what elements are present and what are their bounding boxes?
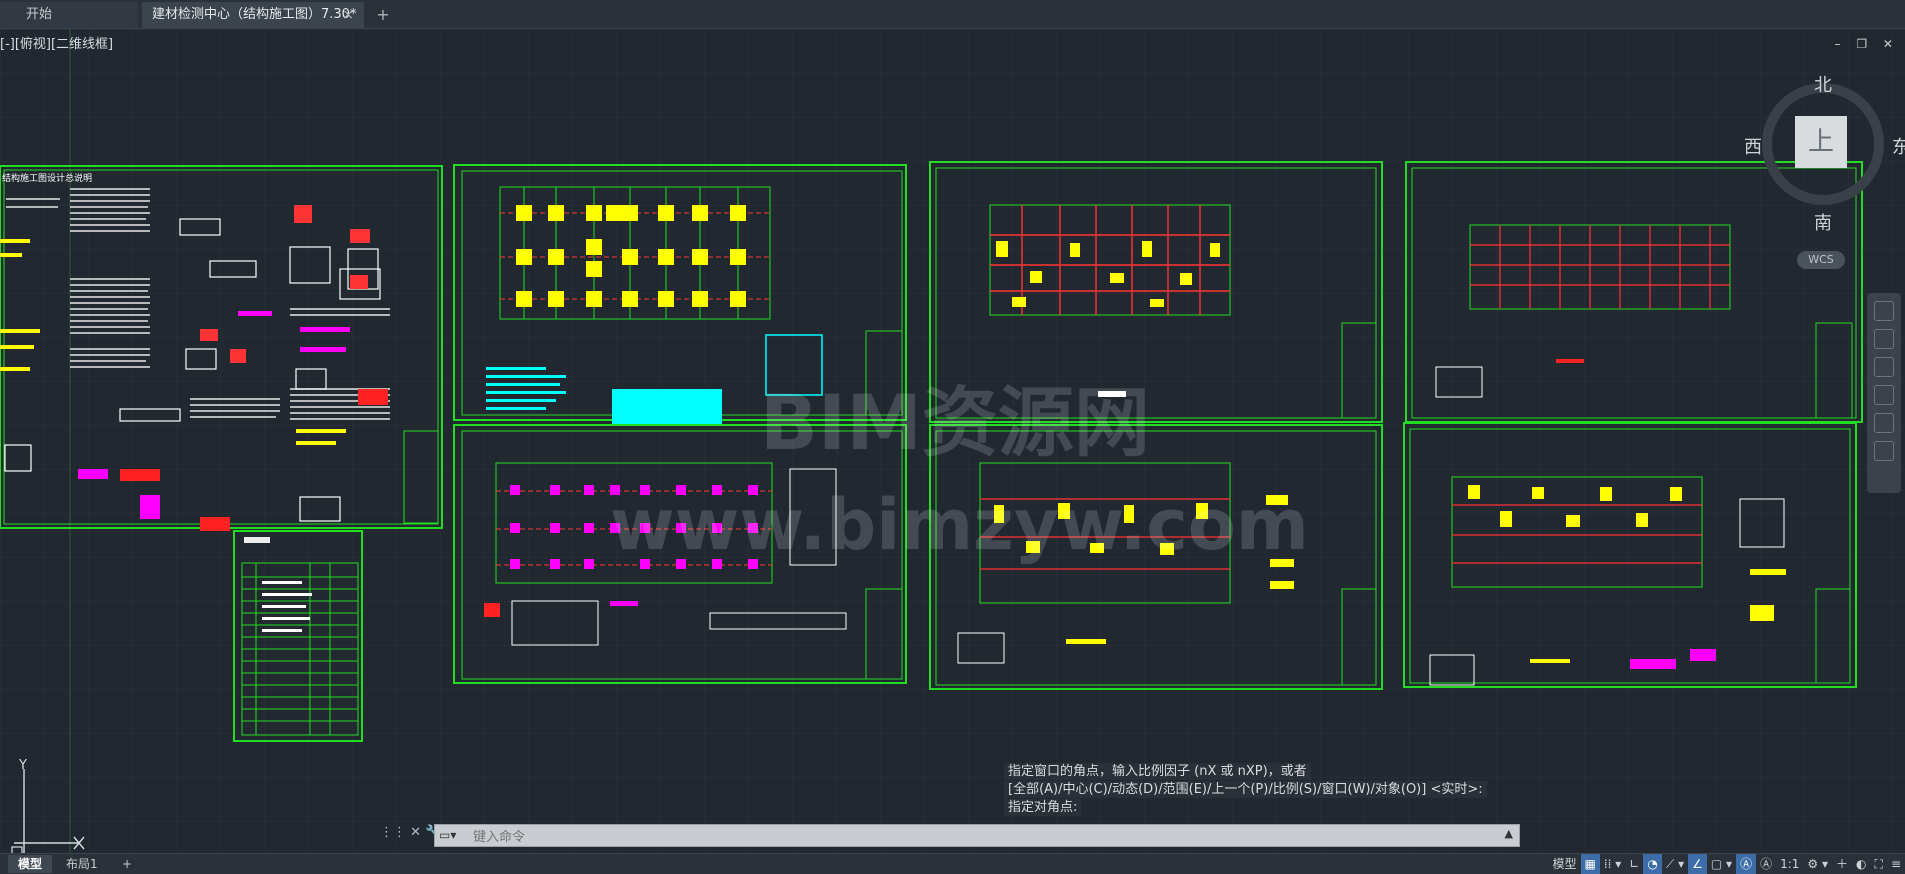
tab-start-label: 开始: [26, 7, 52, 22]
tab-start[interactable]: 开始: [0, 2, 138, 28]
watermark-url: www.bimzyw.com: [610, 484, 1309, 566]
tab-drawing-label: 建材检测中心（结构施工图）7.30*: [152, 7, 356, 22]
grid-icon[interactable]: ▦: [1581, 854, 1600, 874]
command-history-line: [全部(A)/中心(C)/动态(D)/范围(E)/上一个(P)/比例(S)/窗口…: [1004, 781, 1487, 798]
sheet-title: 结构施工图设计总说明: [2, 172, 92, 184]
viewport-window-controls[interactable]: – ❐ ✕: [1835, 37, 1899, 51]
file-tab-bar: 开始 建材检测中心（结构施工图）7.30* × +: [0, 0, 1905, 29]
layout-tab-model[interactable]: 模型: [8, 855, 52, 873]
customize-menu-icon[interactable]: ≡: [1887, 854, 1905, 874]
add-layout-button[interactable]: +: [112, 855, 142, 873]
command-input[interactable]: [471, 827, 1475, 847]
navigation-bar: [1867, 293, 1901, 493]
new-tab-button[interactable]: +: [372, 4, 394, 26]
steering-wheel-icon[interactable]: [1874, 301, 1894, 321]
command-history-line: 指定对角点:: [1004, 799, 1081, 816]
auto-scale-icon[interactable]: Ⓐ: [1756, 854, 1776, 874]
zoom-icon[interactable]: [1874, 357, 1894, 377]
object-snap-icon[interactable]: ▢ ▾: [1707, 854, 1736, 874]
annotation-visibility-icon[interactable]: Ⓐ: [1736, 854, 1756, 874]
command-line[interactable]: ▭▾ ▲: [434, 824, 1520, 847]
layout-tab-layout1[interactable]: 布局1: [56, 855, 108, 873]
ucs-icon: Y: [8, 759, 88, 853]
isodraft-icon[interactable]: ⟋ ▾: [1662, 854, 1688, 874]
annotation-scale[interactable]: 1:1: [1776, 854, 1803, 874]
orbit-icon[interactable]: [1874, 385, 1894, 405]
tab-drawing[interactable]: 建材检测中心（结构施工图）7.30* ×: [142, 2, 364, 28]
command-prompt-icon[interactable]: ▭▾: [439, 828, 465, 843]
watermark-cn: BIM资源网: [760, 378, 1150, 467]
sheet-beam-layout-2: [1404, 423, 1856, 687]
close-icon[interactable]: ✕: [410, 825, 421, 840]
wcs-menu[interactable]: WCS: [1797, 251, 1845, 269]
object-snap-tracking-icon[interactable]: ∠: [1688, 854, 1707, 874]
clean-screen-icon[interactable]: ⛶: [1871, 854, 1887, 874]
snap-icon[interactable]: ⁞⁞ ▾: [1600, 854, 1625, 874]
compass-north[interactable]: 北: [1814, 71, 1832, 97]
sheet-drawing-list: [234, 531, 362, 741]
close-icon[interactable]: ×: [342, 2, 354, 28]
compass-east[interactable]: 东: [1892, 133, 1905, 159]
navbar-menu-icon[interactable]: [1874, 441, 1894, 461]
status-bar: 模型 布局1 + 模型 ▦ ⁞⁞ ▾ ∟ ◔ ⟋ ▾ ∠ ▢ ▾ Ⓐ Ⓐ 1:1…: [0, 853, 1905, 874]
viewcube-top-face[interactable]: 上: [1795, 116, 1847, 168]
command-line-controls: ⋮⋮ ✕ 🔧: [380, 825, 441, 840]
sheet-design-notes: [0, 166, 442, 531]
drawing-sheets: BIM资源网 www.bimzyw.com 结构施工图设计总说明: [0, 29, 1905, 853]
plus-icon[interactable]: ＋: [1832, 854, 1852, 874]
showmotion-icon[interactable]: [1874, 413, 1894, 433]
drawing-viewport[interactable]: BIM资源网 www.bimzyw.com 结构施工图设计总说明 [-][俯视]…: [0, 29, 1905, 853]
pan-icon[interactable]: [1874, 329, 1894, 349]
ortho-icon[interactable]: ∟: [1625, 854, 1643, 874]
command-history: 指定窗口的角点，输入比例因子 (nX 或 nXP)，或者 [全部(A)/中心(C…: [1004, 763, 1487, 817]
model-space-button[interactable]: 模型: [1549, 854, 1581, 874]
compass-west[interactable]: 西: [1744, 133, 1762, 159]
isolate-icon[interactable]: ◐: [1852, 854, 1870, 874]
command-history-line: 指定窗口的角点，输入比例因子 (nX 或 nXP)，或者: [1004, 763, 1311, 780]
ucs-y-label: Y: [18, 759, 27, 773]
compass-south[interactable]: 南: [1814, 209, 1832, 235]
status-toggles: 模型 ▦ ⁞⁞ ▾ ∟ ◔ ⟋ ▾ ∠ ▢ ▾ Ⓐ Ⓐ 1:1 ⚙ ▾ ＋ ◐ …: [1549, 854, 1905, 874]
grip-icon[interactable]: ⋮⋮: [380, 825, 406, 840]
viewport-controls-label[interactable]: [-][俯视][二维线框]: [0, 33, 113, 52]
history-up-icon[interactable]: ▲: [1505, 827, 1513, 840]
viewcube[interactable]: 上 北 南 西 东: [1752, 73, 1902, 223]
workspace-gear-icon[interactable]: ⚙ ▾: [1803, 854, 1832, 874]
polar-tracking-icon[interactable]: ◔: [1643, 854, 1661, 874]
